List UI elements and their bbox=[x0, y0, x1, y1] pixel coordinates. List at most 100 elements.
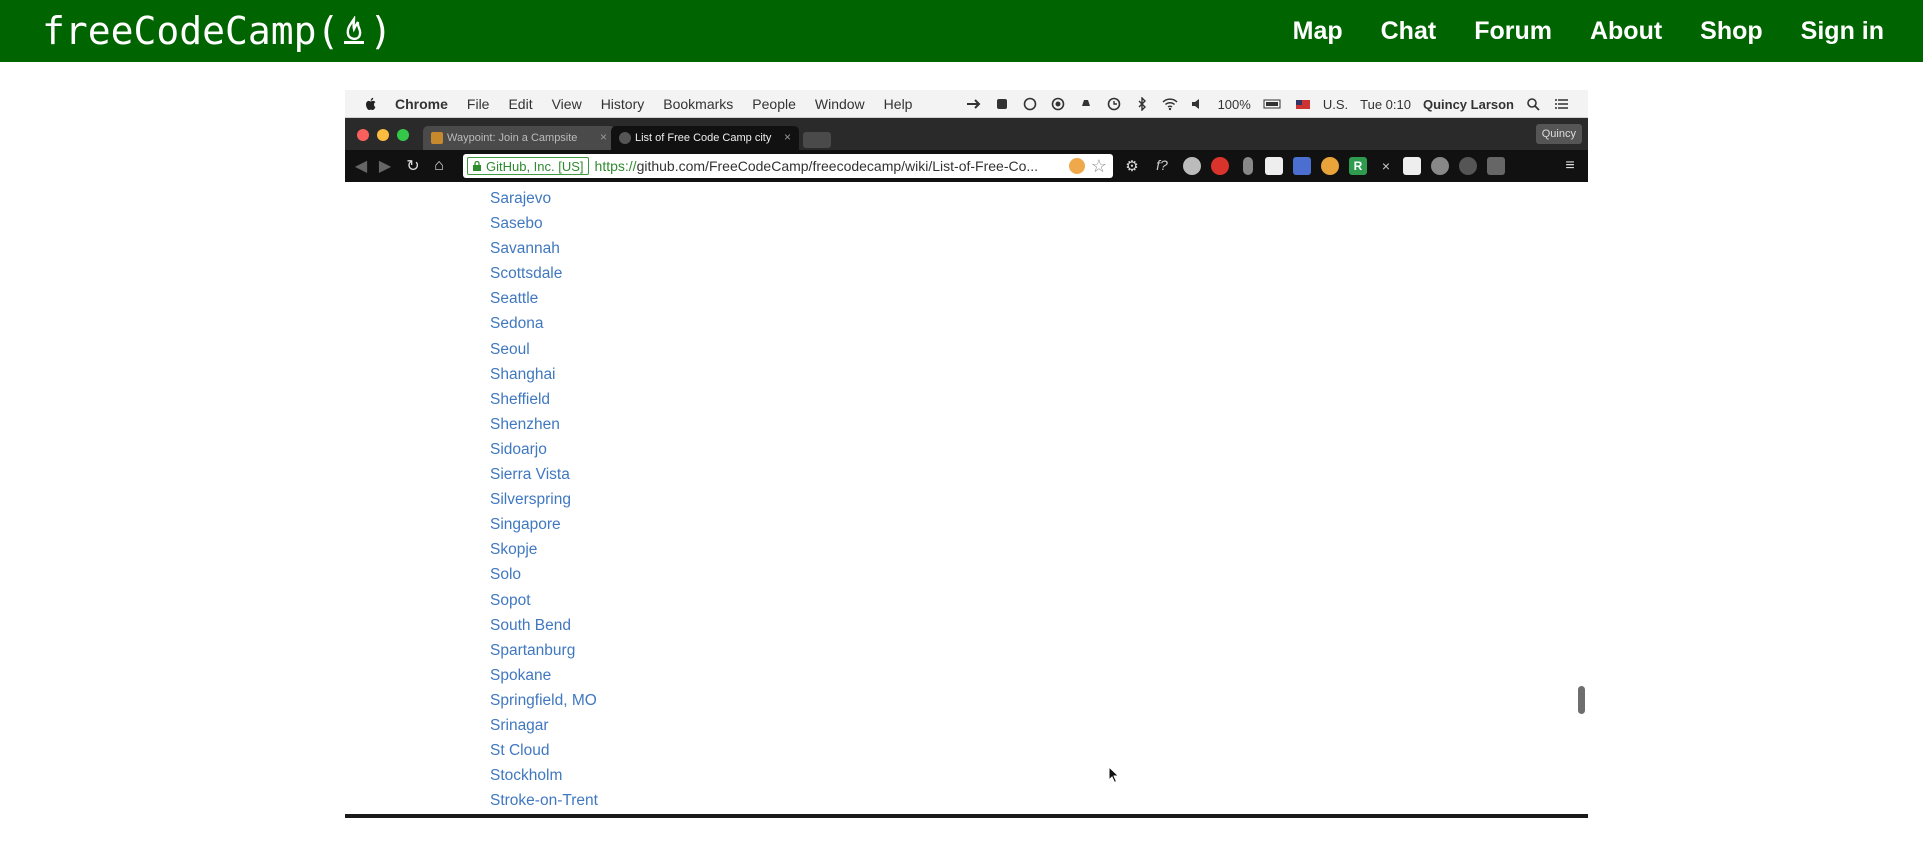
ev-certificate-badge[interactable]: GitHub, Inc. [US] bbox=[467, 157, 589, 175]
wiki-page-content: Sarajevo Sasebo Savannah Scottsdale Seat… bbox=[345, 182, 1588, 806]
city-link[interactable]: Sopot bbox=[490, 588, 598, 613]
city-link[interactable]: Solo bbox=[490, 562, 598, 587]
forward-icon[interactable]: ▶ bbox=[375, 156, 395, 176]
compass-extension-icon[interactable] bbox=[1459, 157, 1477, 175]
menu-chrome[interactable]: Chrome bbox=[395, 96, 448, 112]
wifi-icon[interactable] bbox=[1162, 97, 1178, 111]
city-link[interactable]: South Bend bbox=[490, 613, 598, 638]
city-link[interactable]: Sidoarjo bbox=[490, 437, 598, 462]
city-link[interactable]: Srinagar bbox=[490, 713, 598, 738]
chart-extension-icon[interactable] bbox=[1293, 157, 1311, 175]
us-flag-icon[interactable] bbox=[1295, 97, 1311, 111]
battery-icon[interactable] bbox=[1263, 97, 1283, 111]
clock[interactable]: Tue 0:10 bbox=[1360, 97, 1411, 112]
nav-shop[interactable]: Shop bbox=[1681, 17, 1782, 46]
r-extension-icon[interactable]: R bbox=[1349, 157, 1367, 175]
nav-forum[interactable]: Forum bbox=[1455, 17, 1571, 46]
home-icon[interactable]: ⌂ bbox=[429, 156, 449, 176]
bookmark-star-icon[interactable]: ☆ bbox=[1091, 156, 1107, 177]
fcc-navbar: freeCodeCamp( ) Map Chat Forum About Sho… bbox=[0, 0, 1923, 62]
new-tab-button[interactable] bbox=[803, 132, 831, 148]
profile-button[interactable]: Quincy bbox=[1535, 124, 1582, 144]
logo-text-right: ) bbox=[369, 9, 393, 53]
menu-people[interactable]: People bbox=[752, 96, 796, 112]
menu-view[interactable]: View bbox=[552, 96, 582, 112]
city-link[interactable]: Shenzhen bbox=[490, 412, 598, 437]
layers-extension-icon[interactable] bbox=[1487, 157, 1505, 175]
city-link[interactable]: St Cloud bbox=[490, 738, 598, 763]
city-link[interactable]: Spartanburg bbox=[490, 638, 598, 663]
color-wheel-extension-icon[interactable] bbox=[1321, 157, 1339, 175]
window-zoom-icon[interactable] bbox=[397, 129, 409, 141]
fcc-logo[interactable]: freeCodeCamp( ) bbox=[42, 8, 392, 54]
nav-about[interactable]: About bbox=[1571, 17, 1681, 46]
bluetooth-icon[interactable] bbox=[1134, 97, 1150, 111]
menu-bookmarks[interactable]: Bookmarks bbox=[663, 96, 733, 112]
input-source[interactable]: U.S. bbox=[1323, 97, 1348, 112]
embedded-screenshot: Chrome File Edit View History Bookmarks … bbox=[345, 90, 1588, 818]
pocket-extension-icon[interactable] bbox=[1183, 157, 1201, 175]
menu-file[interactable]: File bbox=[467, 96, 490, 112]
menu-bar-status: 100% U.S. Tue 0:10 Quincy Larson bbox=[966, 90, 1570, 118]
menu-icon[interactable]: ≡ bbox=[1561, 157, 1579, 175]
adblock-extension-icon[interactable] bbox=[1211, 157, 1229, 175]
tab-github-wiki[interactable]: List of Free Code Camp city × bbox=[611, 126, 799, 150]
apple-icon bbox=[366, 97, 376, 110]
user-name[interactable]: Quincy Larson bbox=[1423, 97, 1514, 112]
city-link[interactable]: Sheffield bbox=[490, 387, 598, 412]
nav-map[interactable]: Map bbox=[1274, 17, 1362, 46]
city-link[interactable]: Springfield, MO bbox=[490, 688, 598, 713]
nav-sign-in[interactable]: Sign in bbox=[1782, 17, 1903, 46]
tab-waypoint[interactable]: Waypoint: Join a Campsite × bbox=[423, 126, 615, 150]
ev-label: GitHub, Inc. [US] bbox=[486, 158, 584, 174]
reload-icon[interactable]: ↻ bbox=[403, 156, 423, 176]
city-link[interactable]: Stockholm bbox=[490, 763, 598, 788]
volume-icon[interactable] bbox=[1190, 97, 1206, 111]
city-link[interactable]: Scottsdale bbox=[490, 261, 598, 286]
notification-center-icon[interactable] bbox=[1554, 97, 1570, 111]
city-link[interactable]: Sarajevo bbox=[490, 186, 598, 211]
x-extension-icon[interactable]: × bbox=[1377, 157, 1395, 175]
spotlight-search-icon[interactable] bbox=[1526, 97, 1542, 111]
close-icon[interactable]: × bbox=[600, 130, 607, 144]
city-link[interactable]: Singapore bbox=[490, 512, 598, 537]
window-close-icon[interactable] bbox=[357, 129, 369, 141]
scrollbar-thumb[interactable] bbox=[1578, 686, 1585, 714]
city-link[interactable]: Skopje bbox=[490, 537, 598, 562]
time-machine-icon[interactable] bbox=[1106, 97, 1122, 111]
a-extension-icon[interactable] bbox=[1431, 157, 1449, 175]
city-link[interactable]: Sedona bbox=[490, 311, 598, 336]
close-icon[interactable]: × bbox=[784, 130, 791, 144]
menu-history[interactable]: History bbox=[601, 96, 645, 112]
menu-help[interactable]: Help bbox=[884, 96, 913, 112]
status-record-icon[interactable] bbox=[1050, 97, 1066, 111]
city-link[interactable]: Stroke-on-Trent bbox=[490, 788, 598, 806]
status-arrow-icon[interactable] bbox=[966, 97, 982, 111]
city-link[interactable]: Savannah bbox=[490, 236, 598, 261]
city-link[interactable]: Seattle bbox=[490, 286, 598, 311]
city-link[interactable]: Sierra Vista bbox=[490, 462, 598, 487]
settings-gear-icon[interactable]: ⚙ bbox=[1123, 157, 1141, 175]
city-link[interactable]: Sasebo bbox=[490, 211, 598, 236]
mouse-extension-icon[interactable] bbox=[1243, 157, 1253, 175]
address-bar[interactable]: GitHub, Inc. [US] https://github.com/Fre… bbox=[463, 154, 1113, 178]
city-link[interactable]: Silverspring bbox=[490, 487, 598, 512]
nav-chat[interactable]: Chat bbox=[1362, 17, 1456, 46]
back-icon[interactable]: ◀ bbox=[351, 156, 371, 176]
city-link[interactable]: Seoul bbox=[490, 337, 598, 362]
menu-edit[interactable]: Edit bbox=[508, 96, 532, 112]
fcc-nav-links: Map Chat Forum About Shop Sign in bbox=[1274, 0, 1903, 62]
counter-extension-icon[interactable] bbox=[1403, 157, 1421, 175]
window-minimize-icon[interactable] bbox=[377, 129, 389, 141]
cookie-extension-icon[interactable] bbox=[1069, 158, 1085, 174]
function-extension-icon[interactable]: f? bbox=[1153, 157, 1171, 175]
status-gauge-icon[interactable] bbox=[1022, 97, 1038, 111]
status-evernote-icon[interactable] bbox=[994, 97, 1010, 111]
github-favicon-icon bbox=[619, 132, 631, 144]
lock-icon bbox=[473, 161, 481, 171]
status-incognito-icon[interactable] bbox=[1078, 97, 1094, 111]
city-link[interactable]: Shanghai bbox=[490, 362, 598, 387]
menu-window[interactable]: Window bbox=[815, 96, 865, 112]
city-link[interactable]: Spokane bbox=[490, 663, 598, 688]
vre-extension-icon[interactable] bbox=[1265, 157, 1283, 175]
